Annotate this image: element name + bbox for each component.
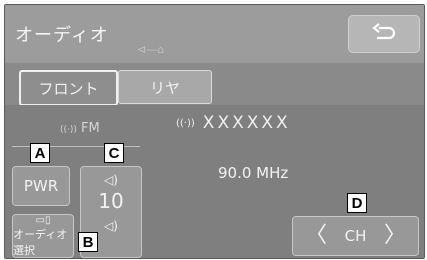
screen-title: オーディオ: [15, 25, 109, 46]
band-label: FM: [81, 121, 100, 136]
volume-value: 10: [98, 189, 124, 213]
back-button[interactable]: [348, 15, 420, 53]
callout-b: B: [78, 232, 98, 252]
station-name: ((·)) XXXXXX: [176, 113, 291, 133]
chevron-right-icon[interactable]: 〉: [384, 225, 406, 247]
antenna-icon: ((·)): [60, 125, 77, 135]
source-label: ((·)) FM: [60, 121, 100, 136]
station-antenna-icon: ((·)): [176, 117, 195, 129]
tab-rear[interactable]: リヤ: [118, 70, 212, 104]
callout-d: D: [347, 193, 367, 213]
return-arrow-icon: [372, 23, 396, 40]
audio-select-button[interactable]: ▭▯ オーディオ選択: [12, 214, 74, 258]
station-name-text: XXXXXX: [202, 113, 291, 133]
figure-canvas: オーディオ ⊲—⌂ フロント リヤ ((·)) FM ((·)) XXXXXX …: [0, 0, 427, 260]
volume-up-icon[interactable]: ◁): [104, 173, 118, 187]
audio-select-icon: ▭▯: [35, 214, 51, 226]
channel-control[interactable]: 〈 CH 〉: [292, 216, 419, 256]
callout-a: A: [30, 143, 50, 163]
volume-down-icon[interactable]: ◁): [104, 219, 118, 233]
audio-select-label: オーディオ選択: [13, 227, 68, 257]
connection-icon: ⊲—⌂: [137, 43, 165, 56]
header-bar: オーディオ ⊲—⌂: [5, 5, 424, 63]
power-button[interactable]: PWR: [12, 166, 70, 206]
chevron-left-icon[interactable]: 〈: [305, 225, 327, 247]
channel-label: CH: [344, 227, 367, 245]
callout-c: C: [104, 143, 124, 163]
tab-front[interactable]: フロント: [19, 70, 118, 106]
frequency-display: 90.0 MHz: [218, 164, 289, 182]
